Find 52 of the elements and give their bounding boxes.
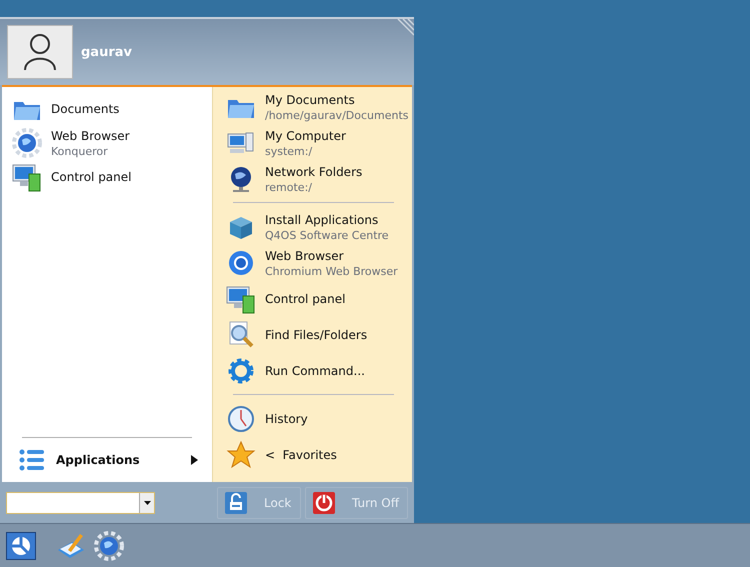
item-title: Control panel bbox=[51, 169, 132, 185]
gear-icon bbox=[226, 356, 256, 386]
arrow-right-icon bbox=[191, 455, 198, 465]
item-subtitle: /home/gaurav/Documents bbox=[265, 108, 408, 122]
user-name: gaurav bbox=[81, 44, 132, 60]
item-title: Network Folders bbox=[265, 164, 362, 180]
menu-item[interactable]: < Favorites bbox=[213, 437, 412, 473]
menu-item[interactable]: My Documents /home/gaurav/Documents bbox=[213, 89, 412, 125]
item-title: History bbox=[265, 411, 308, 427]
item-subtitle: system:/ bbox=[265, 144, 314, 158]
item-subtitle: Q4OS Software Centre bbox=[265, 228, 389, 242]
menu-item[interactable]: Find Files/Folders bbox=[213, 317, 412, 353]
menu-item[interactable]: Control panel bbox=[2, 160, 212, 194]
power-icon bbox=[312, 490, 336, 514]
menu-item[interactable]: My Computer system:/ bbox=[213, 125, 412, 161]
clock-icon bbox=[226, 404, 256, 434]
resize-grip-icon[interactable] bbox=[396, 19, 414, 37]
monitor-icon bbox=[226, 284, 256, 314]
item-title: Install Applications bbox=[265, 212, 380, 228]
item-title: Web Browser bbox=[51, 128, 130, 144]
menu-item[interactable]: Network Folders remote:/ bbox=[213, 161, 412, 197]
menu-item[interactable]: History bbox=[213, 401, 412, 437]
start-button[interactable] bbox=[6, 532, 36, 560]
browser-icon bbox=[226, 248, 256, 278]
pencil-paper-icon[interactable] bbox=[56, 532, 86, 560]
menu-item[interactable]: Documents bbox=[2, 92, 212, 126]
item-title: My Computer bbox=[265, 128, 346, 144]
item-subtitle: remote:/ bbox=[265, 180, 313, 194]
menu-item[interactable]: Web Browser Konqueror bbox=[2, 126, 212, 160]
monitor-icon bbox=[12, 162, 42, 192]
applications-item[interactable]: Applications bbox=[2, 438, 212, 482]
menu-item[interactable]: Install Applications Q4OS Software Centre bbox=[213, 209, 412, 245]
item-title: My Documents bbox=[265, 92, 356, 108]
user-icon bbox=[23, 33, 57, 71]
item-title: Documents bbox=[51, 101, 120, 117]
item-subtitle: Konqueror bbox=[51, 144, 109, 158]
globe-gear-icon[interactable] bbox=[94, 530, 124, 560]
item-title: Run Command... bbox=[265, 363, 365, 379]
item-subtitle: Chromium Web Browser bbox=[265, 264, 398, 278]
user-avatar[interactable] bbox=[7, 25, 73, 79]
item-title: Web Browser bbox=[265, 248, 345, 264]
menu-item[interactable]: Web Browser Chromium Web Browser bbox=[213, 245, 412, 281]
menu-item[interactable]: Control panel bbox=[213, 281, 412, 317]
search-field[interactable] bbox=[6, 492, 155, 514]
lock-icon bbox=[224, 490, 248, 514]
item-title: Find Files/Folders bbox=[265, 327, 368, 343]
dropdown-caret-icon[interactable] bbox=[139, 492, 154, 512]
item-title: < Favorites bbox=[265, 447, 337, 463]
star-icon bbox=[226, 440, 256, 470]
item-title: Control panel bbox=[265, 291, 346, 307]
globe-gear-icon bbox=[12, 128, 42, 158]
menu-item[interactable]: Run Command... bbox=[213, 353, 412, 389]
